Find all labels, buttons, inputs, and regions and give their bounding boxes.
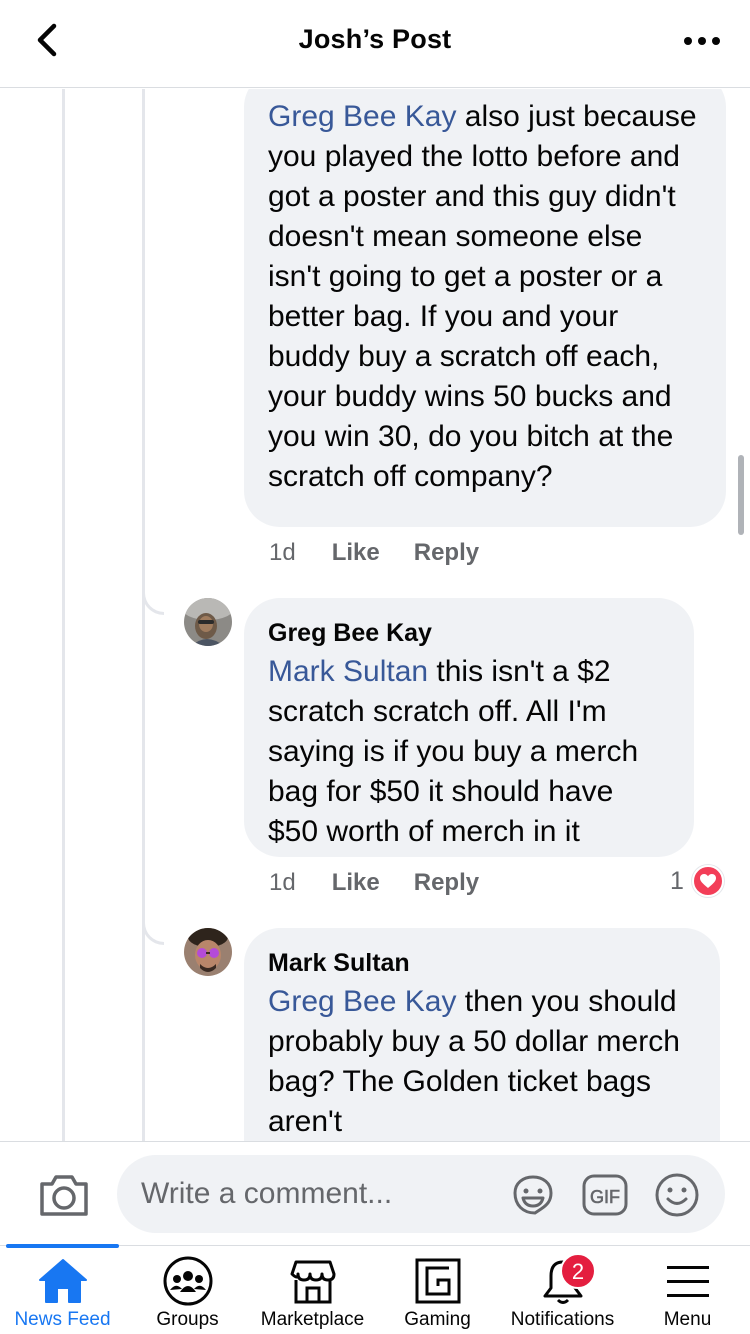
thread-branch xyxy=(142,899,164,945)
like-button[interactable]: Like xyxy=(332,869,380,897)
marketplace-icon xyxy=(286,1256,340,1306)
groups-icon xyxy=(161,1256,215,1306)
home-icon xyxy=(36,1256,90,1306)
bottom-tab-bar: News Feed Groups Marketplace Gaming 2 No… xyxy=(0,1244,750,1334)
comment-author[interactable]: Mark Sultan xyxy=(268,948,696,978)
menu-icon xyxy=(661,1256,715,1306)
camera-icon[interactable] xyxy=(38,1172,90,1218)
sticker-icon[interactable] xyxy=(509,1171,557,1219)
tab-menu[interactable]: Menu xyxy=(625,1246,750,1334)
tab-label: Menu xyxy=(663,1309,712,1330)
comment-bubble[interactable]: Greg Bee Kay also just because you playe… xyxy=(244,89,726,527)
tab-label: Marketplace xyxy=(260,1309,365,1330)
comment-bubble[interactable]: Greg Bee Kay Mark Sultan this isn't a $2… xyxy=(244,598,694,857)
tab-news-feed[interactable]: News Feed xyxy=(0,1244,125,1334)
mention-link[interactable]: Greg Bee Kay xyxy=(268,100,456,133)
scrollbar[interactable] xyxy=(738,455,744,535)
thread-branch xyxy=(142,569,164,615)
mention-link[interactable]: Mark Sultan xyxy=(268,655,428,688)
mention-link[interactable]: Greg Bee Kay xyxy=(268,985,456,1018)
comment-actions: 1d Like Reply xyxy=(269,539,513,567)
reply-button[interactable]: Reply xyxy=(414,869,479,897)
tab-label: Notifications xyxy=(510,1309,615,1330)
gif-label: GIF xyxy=(590,1187,620,1207)
comment-input[interactable]: Write a comment... GIF xyxy=(117,1155,725,1233)
comment-timestamp: 1d xyxy=(269,869,296,896)
avatar[interactable] xyxy=(184,928,232,976)
tab-label: Gaming xyxy=(404,1309,471,1330)
comment-actions: 1d Like Reply xyxy=(269,869,513,897)
like-button[interactable]: Like xyxy=(332,539,380,567)
emoji-icon[interactable] xyxy=(653,1171,701,1219)
avatar[interactable] xyxy=(184,598,232,646)
comment-text: also just because you played the lotto b… xyxy=(268,100,697,493)
tab-groups[interactable]: Groups xyxy=(125,1246,250,1334)
tab-gaming[interactable]: Gaming xyxy=(375,1246,500,1334)
comment-composer: Write a comment... GIF xyxy=(0,1141,750,1245)
gaming-icon xyxy=(411,1256,465,1306)
tab-marketplace[interactable]: Marketplace xyxy=(250,1246,375,1334)
thread-line xyxy=(142,89,145,1141)
thread-line xyxy=(62,89,65,1141)
page-title: Josh’s Post xyxy=(298,24,452,54)
comment-bubble[interactable]: Mark Sultan Greg Bee Kay then you should… xyxy=(244,928,720,1141)
tab-notifications[interactable]: 2 Notifications xyxy=(500,1246,625,1334)
reaction-count: 1 xyxy=(670,866,684,895)
active-tab-indicator xyxy=(6,1244,119,1248)
tab-label: News Feed xyxy=(14,1309,111,1330)
top-nav-bar: Josh’s Post xyxy=(0,0,750,88)
more-options-icon[interactable] xyxy=(682,26,722,56)
comment-placeholder: Write a comment... xyxy=(141,1177,393,1210)
comment-author[interactable]: Greg Bee Kay xyxy=(268,618,670,648)
heart-icon xyxy=(691,865,724,897)
reaction-summary[interactable]: 1 xyxy=(670,865,724,897)
tab-label: Groups xyxy=(156,1309,219,1330)
comment-timestamp: 1d xyxy=(269,539,296,566)
notification-badge: 2 xyxy=(560,1253,596,1289)
gif-icon[interactable]: GIF xyxy=(581,1171,629,1219)
comment-thread[interactable]: Greg Bee Kay also just because you playe… xyxy=(0,89,750,1141)
reply-button[interactable]: Reply xyxy=(414,539,479,567)
